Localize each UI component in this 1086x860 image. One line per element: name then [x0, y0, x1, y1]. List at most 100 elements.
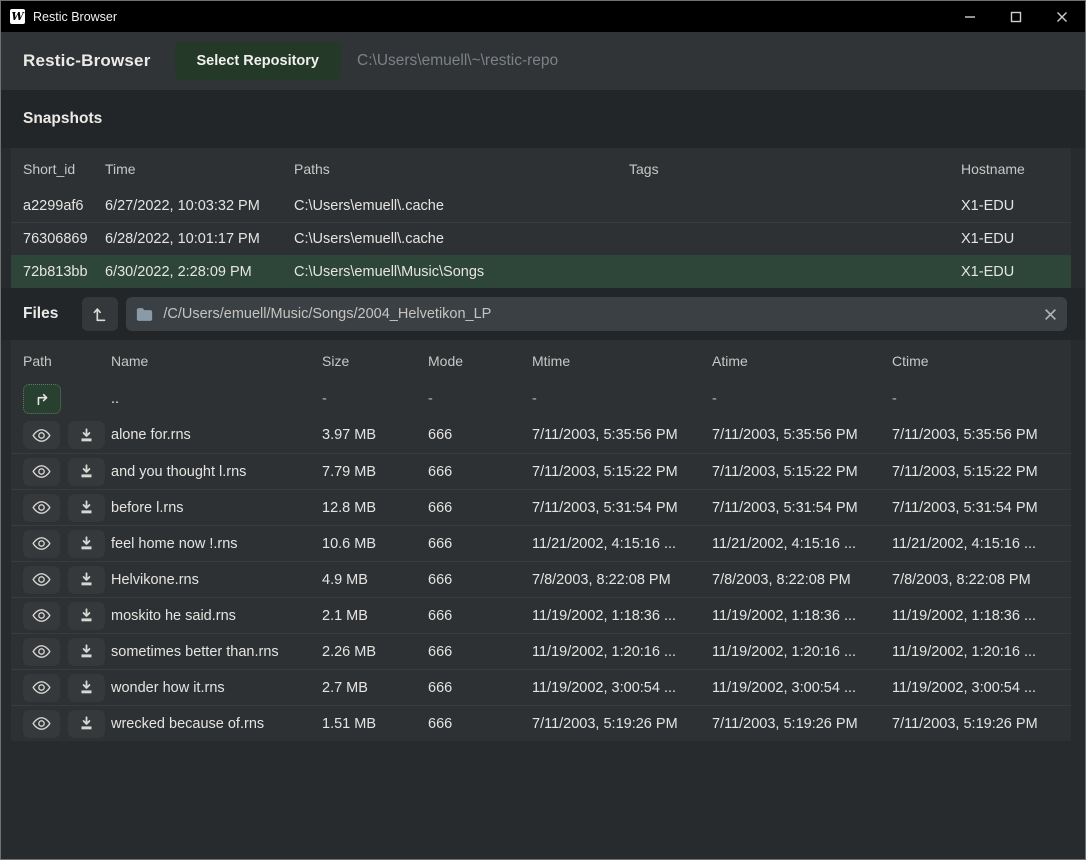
column-header-path: Path [11, 353, 111, 369]
snapshot-short-id: 76306869 [11, 231, 105, 247]
file-size: 2.1 MB [322, 608, 428, 624]
file-actions [11, 530, 111, 558]
snapshot-row[interactable]: a2299af6 6/27/2022, 10:03:32 PM C:\Users… [11, 189, 1071, 222]
snapshot-row[interactable]: 72b813bb 6/30/2022, 2:28:09 PM C:\Users\… [11, 255, 1071, 288]
empty-area [1, 741, 1085, 859]
file-mtime: 11/19/2002, 1:18:36 ... [532, 608, 712, 624]
download-file-button[interactable] [68, 638, 105, 666]
minimize-icon [964, 11, 976, 23]
file-actions [11, 638, 111, 666]
parent-directory-actions [11, 384, 111, 414]
eye-icon [32, 644, 51, 659]
file-name: and you thought l.rns [111, 464, 322, 480]
file-ctime: 7/11/2003, 5:15:22 PM [892, 464, 1071, 480]
file-actions [11, 421, 111, 449]
download-file-button[interactable] [68, 458, 105, 486]
current-path-bar[interactable]: /C/Users/emuell/Music/Songs/2004_Helveti… [126, 297, 1067, 331]
file-mtime: 11/19/2002, 3:00:54 ... [532, 680, 712, 696]
file-actions [11, 566, 111, 594]
snapshot-time: 6/30/2022, 2:28:09 PM [105, 264, 294, 280]
file-size: 7.79 MB [322, 464, 428, 480]
file-atime: 11/19/2002, 1:18:36 ... [712, 608, 892, 624]
clear-icon [1044, 308, 1057, 321]
file-mode: - [428, 391, 532, 407]
eye-icon [32, 608, 51, 623]
file-mtime: 7/11/2003, 5:15:22 PM [532, 464, 712, 480]
minimize-button[interactable] [947, 1, 993, 32]
download-icon [79, 536, 94, 551]
download-icon [79, 464, 94, 479]
download-file-button[interactable] [68, 602, 105, 630]
preview-file-button[interactable] [23, 530, 60, 558]
file-mtime: 7/8/2003, 8:22:08 PM [532, 572, 712, 588]
file-mode: 666 [428, 427, 532, 443]
file-atime: 11/19/2002, 3:00:54 ... [712, 680, 892, 696]
snapshots-section-header: Snapshots [1, 90, 1085, 148]
download-file-button[interactable] [68, 566, 105, 594]
preview-file-button[interactable] [23, 602, 60, 630]
file-row: wrecked because of.rns 1.51 MB 666 7/11/… [11, 705, 1071, 741]
close-icon [1056, 11, 1068, 23]
file-size: - [322, 391, 428, 407]
download-icon [79, 644, 94, 659]
folder-icon [136, 307, 153, 322]
preview-file-button[interactable] [23, 638, 60, 666]
preview-file-button[interactable] [23, 674, 60, 702]
column-header-mode: Mode [428, 353, 532, 369]
file-atime: 11/19/2002, 1:20:16 ... [712, 644, 892, 660]
file-row: alone for.rns 3.97 MB 666 7/11/2003, 5:3… [11, 417, 1071, 453]
snapshot-time: 6/27/2022, 10:03:32 PM [105, 198, 294, 214]
file-ctime: 7/8/2003, 8:22:08 PM [892, 572, 1071, 588]
files-section-header: Files /C/Users/emuell/Music/Songs/2004_H… [1, 288, 1085, 340]
snapshot-row[interactable]: 76306869 6/28/2022, 10:01:17 PM C:\Users… [11, 222, 1071, 255]
file-atime: 7/11/2003, 5:31:54 PM [712, 500, 892, 516]
file-row: Helvikone.rns 4.9 MB 666 7/8/2003, 8:22:… [11, 561, 1071, 597]
preview-file-button[interactable] [23, 421, 60, 449]
file-mode: 666 [428, 680, 532, 696]
file-ctime: - [892, 391, 1071, 407]
column-header-paths: Paths [294, 161, 629, 177]
file-mode: 666 [428, 572, 532, 588]
snapshot-time: 6/28/2022, 10:01:17 PM [105, 231, 294, 247]
file-mode: 666 [428, 536, 532, 552]
snapshot-short-id: 72b813bb [11, 264, 105, 280]
file-actions [11, 494, 111, 522]
download-file-button[interactable] [68, 494, 105, 522]
select-repository-button[interactable]: Select Repository [175, 42, 342, 80]
eye-icon [32, 500, 51, 515]
app-logo-icon: W [10, 9, 25, 24]
snapshot-paths: C:\Users\emuell\.cache [294, 231, 629, 247]
eye-icon [32, 464, 51, 479]
download-file-button[interactable] [68, 710, 105, 738]
eye-icon [32, 428, 51, 443]
snapshot-hostname: X1-EDU [961, 198, 1071, 214]
snapshot-paths: C:\Users\emuell\.cache [294, 198, 629, 214]
file-atime: 7/11/2003, 5:15:22 PM [712, 464, 892, 480]
repository-path[interactable]: C:\Users\emuell\~\restic-repo [357, 52, 558, 70]
preview-file-button[interactable] [23, 566, 60, 594]
file-row: sometimes better than.rns 2.26 MB 666 11… [11, 633, 1071, 669]
window-title: Restic Browser [33, 10, 117, 24]
close-button[interactable] [1039, 1, 1085, 32]
files-table-header: Path Name Size Mode Mtime Atime Ctime [11, 340, 1071, 381]
clear-path-button[interactable] [1033, 297, 1067, 331]
download-icon [79, 500, 94, 515]
files-table: Path Name Size Mode Mtime Atime Ctime [1, 340, 1085, 741]
maximize-button[interactable] [993, 1, 1039, 32]
download-file-button[interactable] [68, 530, 105, 558]
eye-icon [32, 536, 51, 551]
file-row: and you thought l.rns 7.79 MB 666 7/11/2… [11, 453, 1071, 489]
file-ctime: 7/11/2003, 5:19:26 PM [892, 716, 1071, 732]
preview-file-button[interactable] [23, 458, 60, 486]
preview-file-button[interactable] [23, 710, 60, 738]
snapshot-paths: C:\Users\emuell\Music\Songs [294, 264, 629, 280]
eye-icon [32, 716, 51, 731]
download-file-button[interactable] [68, 674, 105, 702]
preview-file-button[interactable] [23, 494, 60, 522]
download-file-button[interactable] [68, 421, 105, 449]
file-size: 2.26 MB [322, 644, 428, 660]
go-up-level-button[interactable] [82, 297, 118, 331]
file-name: feel home now !.rns [111, 536, 322, 552]
up-directory-button[interactable] [23, 384, 61, 414]
column-header-short-id: Short_id [11, 161, 105, 177]
